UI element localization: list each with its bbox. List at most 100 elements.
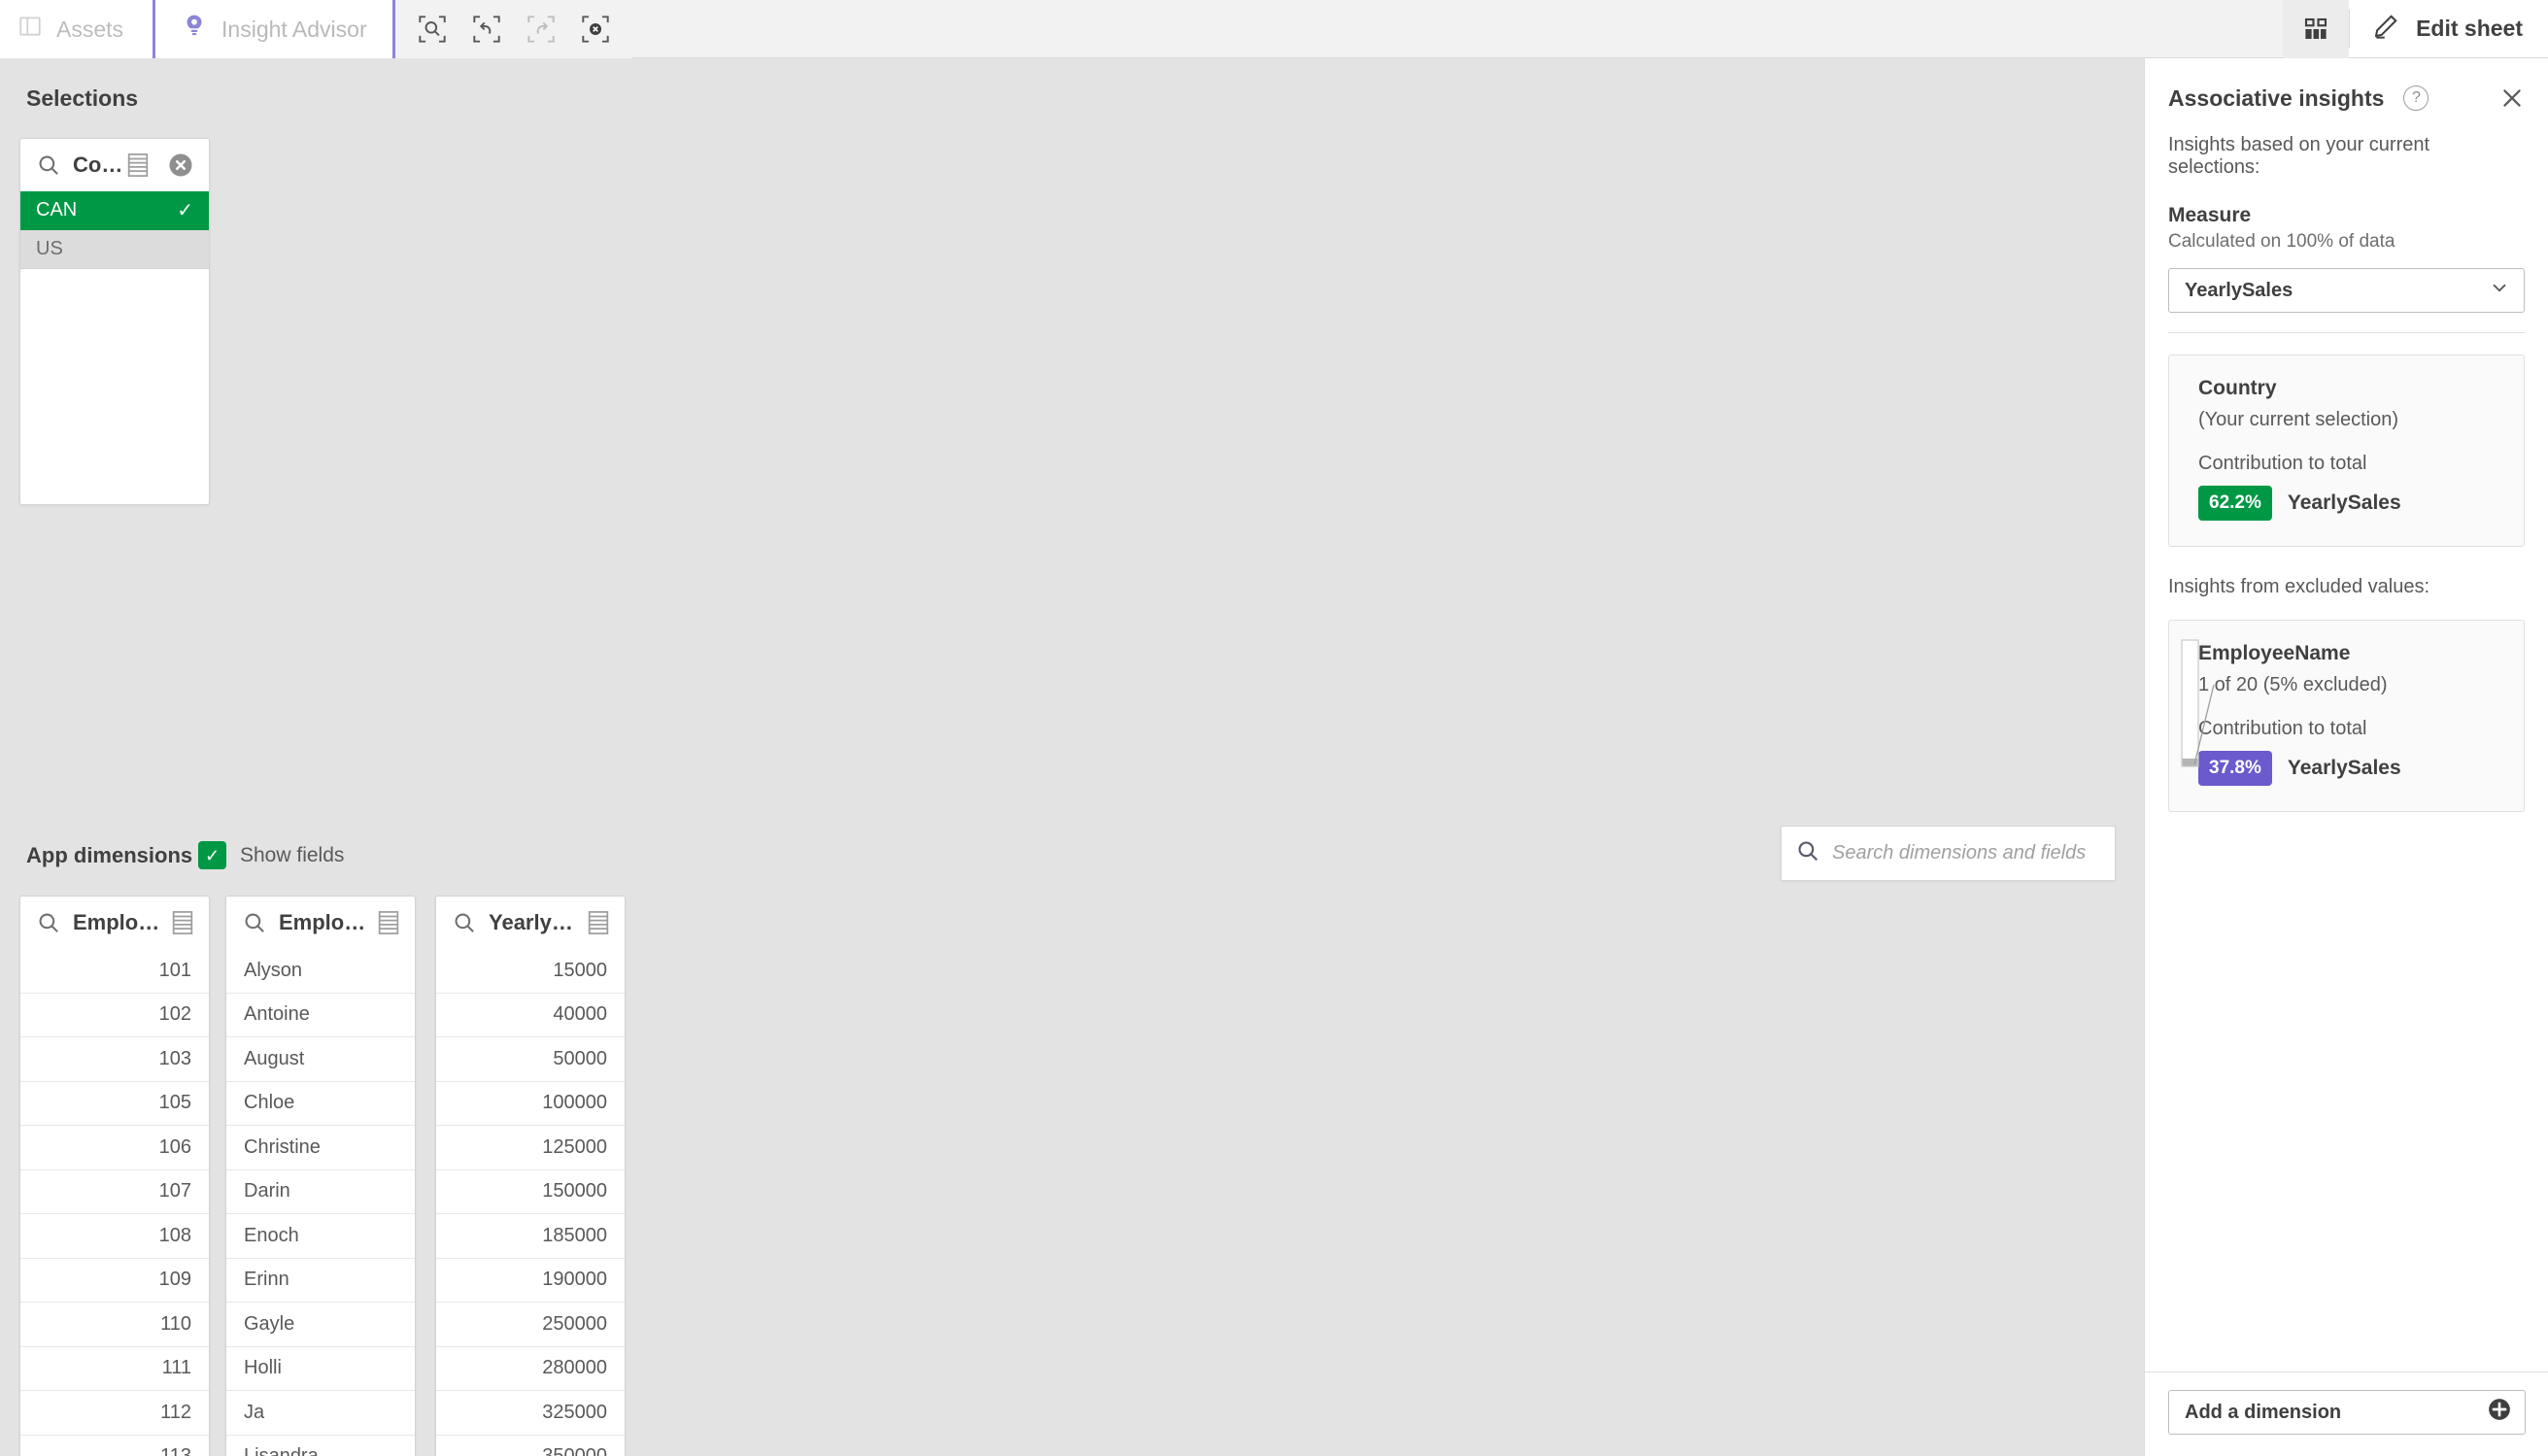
- panel-divider: [2168, 332, 2525, 333]
- listbox-row-value[interactable]: 110: [20, 1303, 209, 1347]
- help-circle-icon[interactable]: ?: [2403, 85, 2429, 111]
- listbox-rows: CAN ✓ US: [20, 191, 209, 269]
- smart-search-icon[interactable]: [413, 10, 452, 49]
- listbox-row-value[interactable]: 280000: [436, 1346, 625, 1391]
- tab-assets[interactable]: Assets: [0, 0, 153, 58]
- step-forward-icon: [522, 10, 561, 49]
- listbox-row-value[interactable]: 50000: [436, 1037, 625, 1082]
- listbox-row-label: Chloe: [244, 1092, 295, 1114]
- listbox-row-value[interactable]: 185000: [436, 1214, 625, 1259]
- listbox-row-label: 325000: [542, 1401, 607, 1423]
- listbox-row-value[interactable]: Christine: [226, 1126, 415, 1170]
- listbox-row-value[interactable]: Lisandra: [226, 1435, 415, 1456]
- measure-label: Measure: [2168, 204, 2252, 226]
- list-view-icon[interactable]: [586, 909, 611, 936]
- listbox-row-value[interactable]: 103: [20, 1037, 209, 1082]
- search-icon[interactable]: [452, 910, 477, 935]
- listbox-row-value[interactable]: CAN ✓: [20, 191, 209, 230]
- listbox-row-value[interactable]: 101: [20, 949, 209, 994]
- show-fields-toggle[interactable]: ✓ Show fields: [198, 841, 344, 869]
- listbox-rows: 15000 40000 50000 100000 125000 150000 185000 1…: [436, 949, 625, 1456]
- listbox-row-value[interactable]: Antoine: [226, 993, 415, 1037]
- listbox-row-label: Ja: [244, 1401, 265, 1423]
- listbox-row-value[interactable]: Holli: [226, 1346, 415, 1391]
- clear-selections-icon[interactable]: [576, 10, 615, 49]
- excluded-values-header: Insights from excluded values:: [2168, 576, 2430, 597]
- listbox-row-value[interactable]: 15000: [436, 949, 625, 994]
- search-icon[interactable]: [242, 910, 267, 935]
- search-icon[interactable]: [36, 910, 61, 935]
- search-icon: [1795, 838, 1820, 868]
- listbox-row-value[interactable]: 111: [20, 1346, 209, 1391]
- listbox-row-value[interactable]: 106: [20, 1126, 209, 1170]
- search-input[interactable]: [1832, 842, 2101, 864]
- add-dimension-label: Add a dimension: [2185, 1401, 2342, 1423]
- list-view-icon[interactable]: [125, 152, 151, 179]
- listbox-row-value[interactable]: 109: [20, 1258, 209, 1303]
- search-icon[interactable]: [36, 152, 61, 178]
- listbox-row-value[interactable]: 40000: [436, 993, 625, 1037]
- listbox-row-value[interactable]: Chloe: [226, 1081, 415, 1126]
- listbox-row-value[interactable]: 100000: [436, 1081, 625, 1126]
- sheet-stage: Selections Country: [0, 58, 2144, 1456]
- step-back-icon[interactable]: [467, 10, 506, 49]
- listbox-row-value[interactable]: 113: [20, 1435, 209, 1456]
- panel-header: Associative insights ?: [2145, 58, 2548, 113]
- field-listbox-employeename: EmployeeName Alyson Antoine August Chloe Chr…: [225, 896, 416, 1456]
- list-view-icon[interactable]: [170, 909, 195, 936]
- listbox-row-value[interactable]: 107: [20, 1169, 209, 1214]
- listbox-row-label: 350000: [542, 1445, 607, 1456]
- listbox-row-value[interactable]: Erinn: [226, 1258, 415, 1303]
- listbox-row-label: 110: [160, 1312, 191, 1335]
- tab-assets-label: Assets: [56, 16, 124, 42]
- listbox-row-value[interactable]: Gayle: [226, 1303, 415, 1347]
- listbox-row-value[interactable]: 105: [20, 1081, 209, 1126]
- listbox-row-label: 101: [158, 959, 191, 981]
- listbox-row-label: Erinn: [244, 1269, 289, 1291]
- associative-insights-panel: Associative insights ? Insights based on…: [2144, 58, 2548, 1456]
- listbox-row-value[interactable]: Alyson: [226, 949, 415, 994]
- field-listbox-employeeid: EmployeeID 101 102 103 105 106 107 108 109 110 11…: [19, 896, 210, 1456]
- listbox-row-label: Holli: [244, 1357, 282, 1379]
- measure-note: Calculated on 100% of data: [2168, 231, 2395, 252]
- listbox-row-label: US: [36, 238, 63, 259]
- listbox-row-value[interactable]: Enoch: [226, 1214, 415, 1259]
- listbox-row-value[interactable]: 125000: [436, 1126, 625, 1170]
- listbox-row-value[interactable]: 150000: [436, 1169, 625, 1214]
- listbox-row-label: 190000: [542, 1269, 607, 1291]
- listbox-row-value[interactable]: US: [20, 230, 209, 269]
- listbox-row-label: 105: [158, 1092, 191, 1114]
- add-dimension-button[interactable]: Add a dimension: [2168, 1390, 2526, 1435]
- listbox-row-value[interactable]: Darin: [226, 1169, 415, 1214]
- list-view-icon[interactable]: [376, 909, 401, 936]
- lightbulb-insight-icon: [181, 13, 208, 46]
- listbox-row-label: Christine: [244, 1135, 321, 1158]
- close-icon[interactable]: [2497, 84, 2527, 113]
- measure-select[interactable]: YearlySales: [2168, 268, 2525, 313]
- listbox-rows: Alyson Antoine August Chloe Christine Darin En…: [226, 949, 415, 1456]
- listbox-row-value[interactable]: 190000: [436, 1258, 625, 1303]
- edit-sheet-button[interactable]: Edit sheet: [2350, 0, 2548, 57]
- listbox-row-label: 107: [158, 1180, 191, 1202]
- insight-card-excluded-values[interactable]: EmployeeName 1 of 20 (5% excluded) Contr…: [2168, 620, 2525, 812]
- listbox-row-value[interactable]: Ja: [226, 1391, 415, 1436]
- insight-card-current-selection[interactable]: Country (Your current selection) Contrib…: [2168, 355, 2525, 547]
- listbox-row-label: 50000: [553, 1047, 607, 1069]
- listbox-row-value[interactable]: 102: [20, 993, 209, 1037]
- listbox-row-value[interactable]: August: [226, 1037, 415, 1082]
- listbox-row-value[interactable]: 108: [20, 1214, 209, 1259]
- listbox-row-value[interactable]: 325000: [436, 1391, 625, 1436]
- listbox-row-value[interactable]: 112: [20, 1391, 209, 1436]
- excluded-mini-bar-chart: [2181, 638, 2215, 767]
- app-root: Assets Insight Advisor Edit sheet Select…: [0, 0, 2548, 1456]
- tab-insight-advisor[interactable]: Insight Advisor: [153, 0, 395, 58]
- insight-card-field: Country: [2198, 377, 2277, 399]
- listbox-row-label: 113: [160, 1445, 191, 1456]
- listbox-row-label: Gayle: [244, 1312, 295, 1335]
- listbox-row-value[interactable]: 250000: [436, 1303, 625, 1347]
- listbox-row-value[interactable]: 350000: [436, 1435, 625, 1456]
- checkbox-checked-icon: ✓: [198, 841, 226, 869]
- dimension-search-box[interactable]: [1781, 826, 2116, 881]
- sheet-grid-icon[interactable]: [2283, 0, 2350, 58]
- clear-circle-icon[interactable]: [166, 151, 195, 180]
